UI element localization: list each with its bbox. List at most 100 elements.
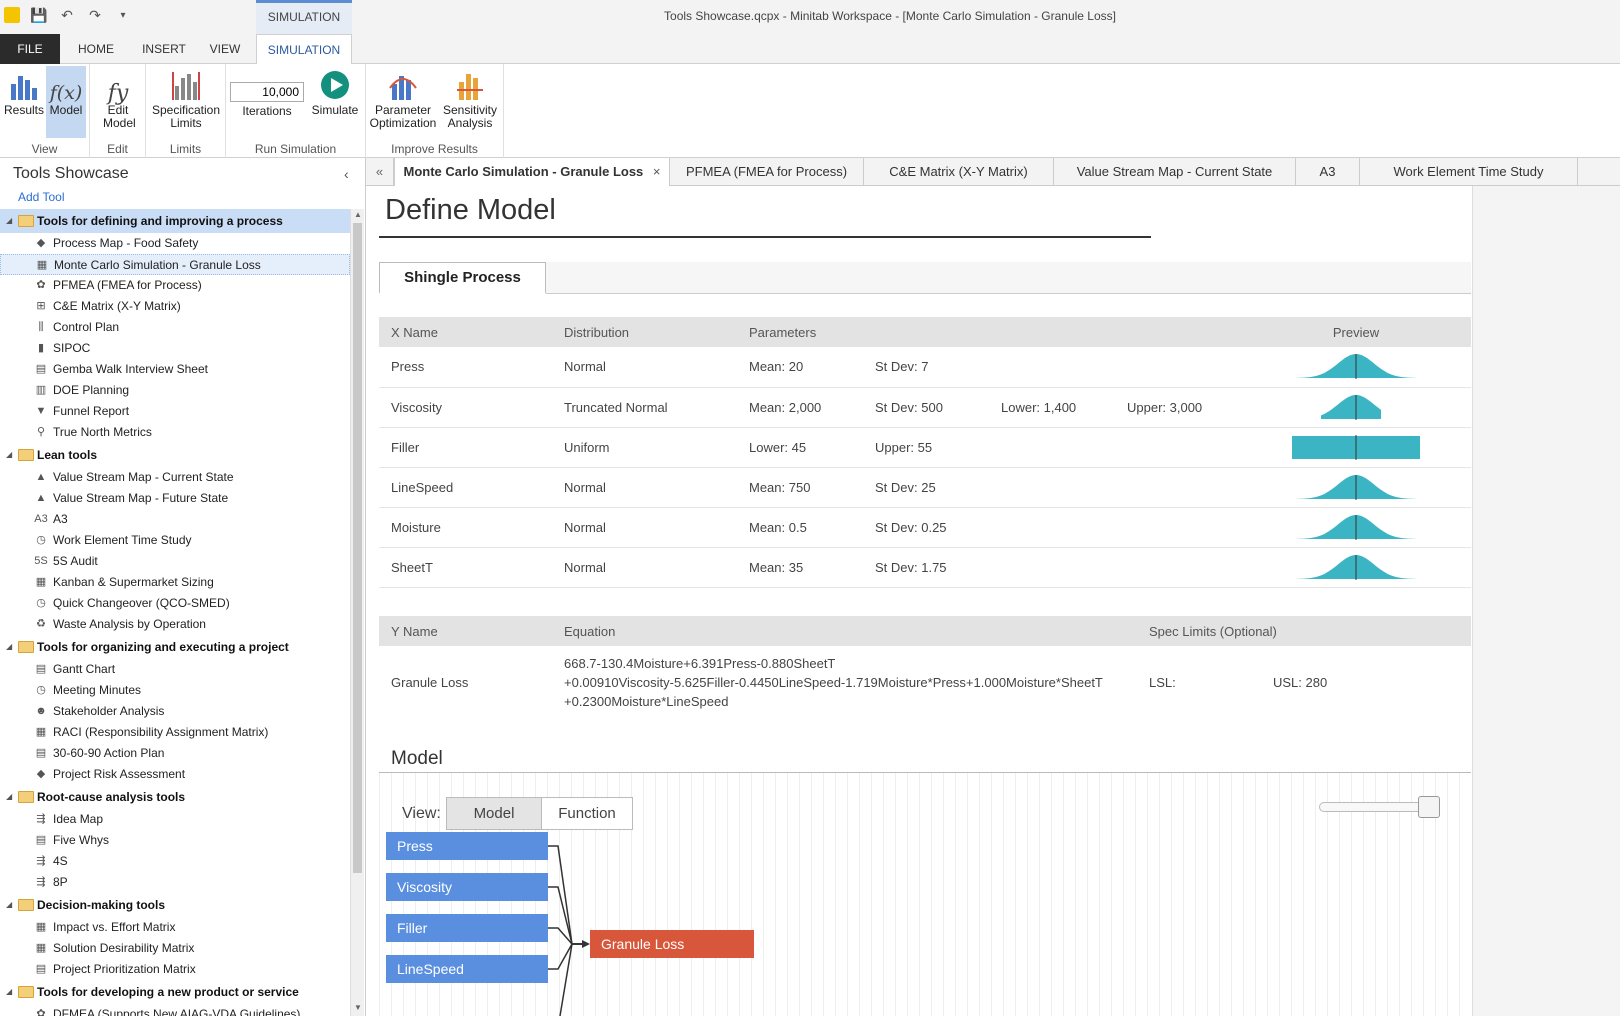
tree-item[interactable]: ▤ Project Prioritization Matrix xyxy=(0,959,350,980)
edit-model-button[interactable]: fy Edit Model xyxy=(92,68,144,130)
tree-item[interactable]: ⫼ Control Plan xyxy=(0,317,350,338)
doc-tab-monte-carlo[interactable]: Monte Carlo Simulation - Granule Loss × xyxy=(394,158,670,187)
x-node[interactable]: LineSpeed xyxy=(386,955,548,983)
tree-item[interactable]: ◷ Meeting Minutes xyxy=(0,680,350,701)
tree-item[interactable]: ▦ Kanban & Supermarket Sizing xyxy=(0,572,350,593)
sensitivity-analysis-label: Sensitivity Analysis xyxy=(442,103,498,130)
x-row[interactable]: LineSpeed Normal Mean: 750 St Dev: 25 xyxy=(379,467,1471,508)
model-button[interactable]: f(x) Model xyxy=(46,66,86,138)
x-row[interactable]: Moisture Normal Mean: 0.5 St Dev: 0.25 xyxy=(379,507,1471,548)
view-model-button[interactable]: Model xyxy=(447,798,542,829)
tree-item[interactable]: ▮ SIPOC xyxy=(0,338,350,359)
expand-toggle-icon[interactable]: ◢ xyxy=(6,785,12,809)
tab-home[interactable]: HOME xyxy=(70,34,122,64)
tree-item[interactable]: ▤ Gantt Chart xyxy=(0,659,350,680)
tree-item[interactable]: ▦ Monte Carlo Simulation - Granule Loss xyxy=(0,254,350,275)
results-label: Results xyxy=(4,103,45,117)
param-cell xyxy=(989,347,1115,388)
y-node[interactable]: Granule Loss xyxy=(590,930,754,958)
doc-tab-pfmea[interactable]: PFMEA (FMEA for Process) xyxy=(670,158,864,186)
tree-item[interactable]: ⇶ 8P xyxy=(0,872,350,893)
add-tool-link[interactable]: Add Tool xyxy=(18,190,64,204)
sidebar-scrollbar[interactable]: ▲ ▼ xyxy=(350,209,364,1016)
tab-scroll-left-icon[interactable]: « xyxy=(366,158,394,186)
tree-item[interactable]: ▦ Solution Desirability Matrix xyxy=(0,938,350,959)
tab-insert[interactable]: INSERT xyxy=(136,34,192,64)
folder-icon xyxy=(18,215,34,227)
doc-tab-work-element[interactable]: Work Element Time Study xyxy=(1360,158,1578,186)
tree-item[interactable]: A3 A3 xyxy=(0,509,350,530)
sensitivity-analysis-button[interactable]: Sensitivity Analysis xyxy=(438,68,502,130)
tool-icon: ✿ xyxy=(36,279,46,291)
x-node[interactable]: Press xyxy=(386,832,548,860)
tree-item[interactable]: ◷ Work Element Time Study xyxy=(0,530,350,551)
tree-item[interactable]: ▲ Value Stream Map - Future State xyxy=(0,488,350,509)
tree-item[interactable]: ⊞ C&E Matrix (X-Y Matrix) xyxy=(0,296,350,317)
tree-group[interactable]: ◢ Root-cause analysis tools xyxy=(0,785,350,809)
tree-item[interactable]: ▲ Value Stream Map - Current State xyxy=(0,467,350,488)
tree-item[interactable]: ▦ Impact vs. Effort Matrix xyxy=(0,917,350,938)
parameter-optimization-button[interactable]: Parameter Optimization xyxy=(368,68,438,130)
expand-toggle-icon[interactable]: ◢ xyxy=(6,443,12,467)
tree-group[interactable]: ◢ Tools for developing a new product or s… xyxy=(0,980,350,1004)
scrollbar-thumb[interactable] xyxy=(353,223,362,873)
expand-toggle-icon[interactable]: ◢ xyxy=(6,893,12,917)
tree-item[interactable]: ⇶ Idea Map xyxy=(0,809,350,830)
x-row[interactable]: SheetT Normal Mean: 35 St Dev: 1.75 xyxy=(379,547,1471,588)
tree-item[interactable]: ▼ Funnel Report xyxy=(0,401,350,422)
preview-header: Preview xyxy=(1241,317,1471,347)
x-row[interactable]: Viscosity Truncated Normal Mean: 2,000 St D… xyxy=(379,387,1471,428)
spec-limits-icon xyxy=(170,68,202,100)
tree-item[interactable]: 5S 5S Audit xyxy=(0,551,350,572)
x-node[interactable]: Viscosity xyxy=(386,873,548,901)
tree-item[interactable]: ▥ DOE Planning xyxy=(0,380,350,401)
tab-view[interactable]: VIEW xyxy=(205,34,245,64)
tree-item[interactable]: ⇶ 4S xyxy=(0,851,350,872)
expand-toggle-icon[interactable]: ◢ xyxy=(6,980,12,1004)
tree-item[interactable]: ✿ DFMEA (Supports New AIAG-VDA Guidelines… xyxy=(0,1004,350,1016)
expand-toggle-icon[interactable]: ◢ xyxy=(6,209,12,233)
usl-cell[interactable]: USL: 280 xyxy=(1261,646,1471,718)
close-icon[interactable]: × xyxy=(653,164,661,179)
x-node[interactable]: Filler xyxy=(386,914,548,942)
tree-item[interactable]: ▦ RACI (Responsibility Assignment Matrix) xyxy=(0,722,350,743)
scroll-down-icon[interactable]: ▼ xyxy=(352,1003,364,1015)
results-button[interactable]: Results xyxy=(4,68,44,117)
doc-tab-vsm-current[interactable]: Value Stream Map - Current State xyxy=(1054,158,1296,186)
doc-tab-a3[interactable]: A3 xyxy=(1296,158,1360,186)
tool-icon: ◆ xyxy=(36,237,46,249)
lsl-cell[interactable]: LSL: xyxy=(1137,646,1261,718)
view-function-button[interactable]: Function xyxy=(542,798,632,829)
simulate-button[interactable]: Simulate xyxy=(308,68,362,117)
tree-group[interactable]: ◢ Decision-making tools xyxy=(0,893,350,917)
zoom-slider-thumb[interactable] xyxy=(1418,796,1440,818)
spec-limits-button[interactable]: Specification Limits xyxy=(148,68,224,130)
tab-file[interactable]: FILE xyxy=(0,34,60,64)
tree-item[interactable]: ▤ Gemba Walk Interview Sheet xyxy=(0,359,350,380)
tree-item[interactable]: ⚲ True North Metrics xyxy=(0,422,350,443)
tree-group[interactable]: ◢ Tools for organizing and executing a pr… xyxy=(0,635,350,659)
tree-item[interactable]: ☻ Stakeholder Analysis xyxy=(0,701,350,722)
tool-icon: ⇶ xyxy=(36,855,46,867)
x-row[interactable]: Press Normal Mean: 20 St Dev: 7 xyxy=(379,347,1471,388)
process-tab[interactable]: Shingle Process xyxy=(379,262,546,294)
tree-group[interactable]: ◢ Tools for defining and improving a proc… xyxy=(0,209,350,233)
tree-item[interactable]: ◷ Quick Changeover (QCO-SMED) xyxy=(0,593,350,614)
equation-line-3: +0.2300Moisture*LineSpeed xyxy=(564,693,729,709)
collapse-sidebar-icon[interactable]: ‹ xyxy=(344,166,349,182)
x-row[interactable]: Filler Uniform Lower: 45 Upper: 55 xyxy=(379,427,1471,468)
y-row[interactable]: Granule Loss 668.7-130.4Moisture+6.391Pr… xyxy=(379,646,1471,718)
tree-item[interactable]: ✿ PFMEA (FMEA for Process) xyxy=(0,275,350,296)
tree-item[interactable]: ▤ Five Whys xyxy=(0,830,350,851)
scroll-up-icon[interactable]: ▲ xyxy=(352,210,364,222)
tree-group[interactable]: ◢ Lean tools xyxy=(0,443,350,467)
iterations-input[interactable] xyxy=(230,82,304,102)
expand-toggle-icon[interactable]: ◢ xyxy=(6,635,12,659)
distribution-preview-icon xyxy=(1296,514,1416,540)
doc-tab-ce-matrix[interactable]: C&E Matrix (X-Y Matrix) xyxy=(864,158,1054,186)
tab-simulation[interactable]: SIMULATION xyxy=(256,34,352,65)
tree-item[interactable]: ▤ 30-60-90 Action Plan xyxy=(0,743,350,764)
tree-item[interactable]: ◆ Process Map - Food Safety xyxy=(0,233,350,254)
tree-item[interactable]: ♻ Waste Analysis by Operation xyxy=(0,614,350,635)
tree-item[interactable]: ◆ Project Risk Assessment xyxy=(0,764,350,785)
